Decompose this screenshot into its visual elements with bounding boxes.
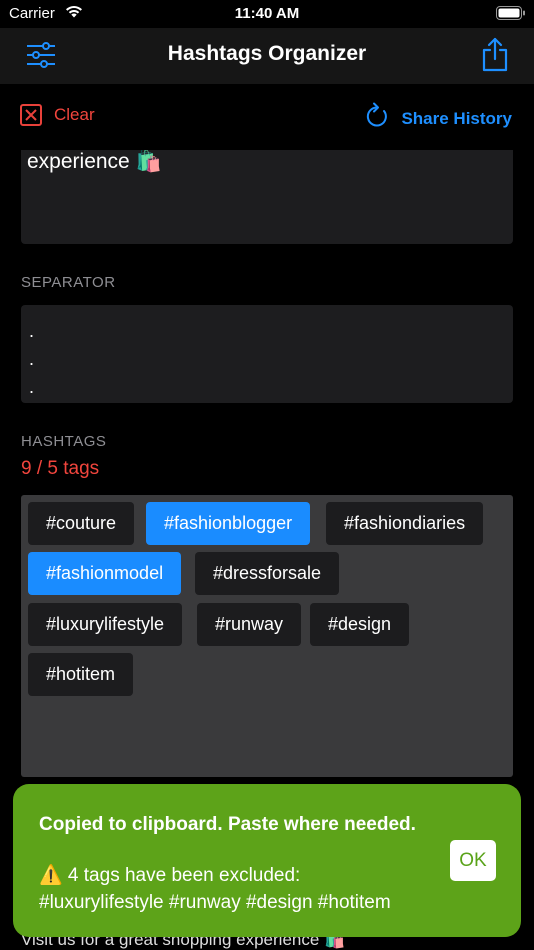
refresh-icon (365, 102, 389, 135)
status-bar: Carrier 11:40 AM (0, 0, 534, 28)
hashtag-chip[interactable]: #fashionmodel (28, 552, 182, 595)
hashtag-chip[interactable]: #couture (28, 502, 135, 545)
tag-count: 9 / 5 tags (21, 458, 100, 479)
separator-line: . (29, 321, 35, 341)
hashtag-chip[interactable]: #luxurylifestyle (28, 603, 183, 646)
separator-field[interactable]: . . . (21, 305, 513, 403)
battery-icon (496, 6, 526, 25)
ok-button[interactable]: OK (450, 840, 496, 881)
page-title: Hashtags Organizer (167, 42, 367, 65)
hashtag-chip[interactable]: #design (310, 603, 410, 646)
copied-toast: Copied to clipboard. Paste where needed.… (13, 784, 521, 937)
excluded-tags-list: #luxurylifestyle #runway #design #hotite… (39, 892, 391, 913)
post-text-field[interactable]: experience 🛍️ (21, 150, 513, 244)
clear-label: Clear (54, 105, 95, 124)
warning-text: ⚠️ 4 tags have been excluded: (39, 865, 301, 886)
hashtag-chip[interactable]: #dressforsale (195, 552, 340, 595)
hashtags-section-label: HASHTAGS (21, 433, 107, 450)
post-text-line: experience 🛍️ (27, 150, 162, 173)
hashtag-chip[interactable]: #runway (197, 603, 302, 646)
navigation-bar: Hashtags Organizer (0, 28, 534, 84)
share-icon[interactable] (480, 37, 510, 73)
excluded-tags-warning: ⚠️ 4 tags have been excluded: #luxurylif… (39, 862, 391, 916)
separator-section-label: SEPARATOR (21, 274, 116, 291)
action-toolbar: Clear Share History (0, 84, 534, 150)
hashtags-panel: #couture #fashionblogger #fashiondiaries… (21, 495, 513, 777)
hashtag-chip[interactable]: #fashiondiaries (326, 502, 484, 545)
toast-message: Copied to clipboard. Paste where needed. (39, 814, 416, 835)
separator-line: . (29, 377, 35, 397)
share-history-label: Share History (401, 108, 512, 128)
clock: 11:40 AM (234, 5, 300, 22)
clear-button[interactable]: Clear (20, 104, 95, 126)
separator-line: . (29, 349, 35, 369)
share-history-button[interactable]: Share History (365, 102, 512, 135)
hashtag-chip[interactable]: #fashionblogger (146, 502, 311, 545)
close-icon (20, 104, 42, 126)
hashtag-chip[interactable]: #hotitem (28, 653, 134, 696)
